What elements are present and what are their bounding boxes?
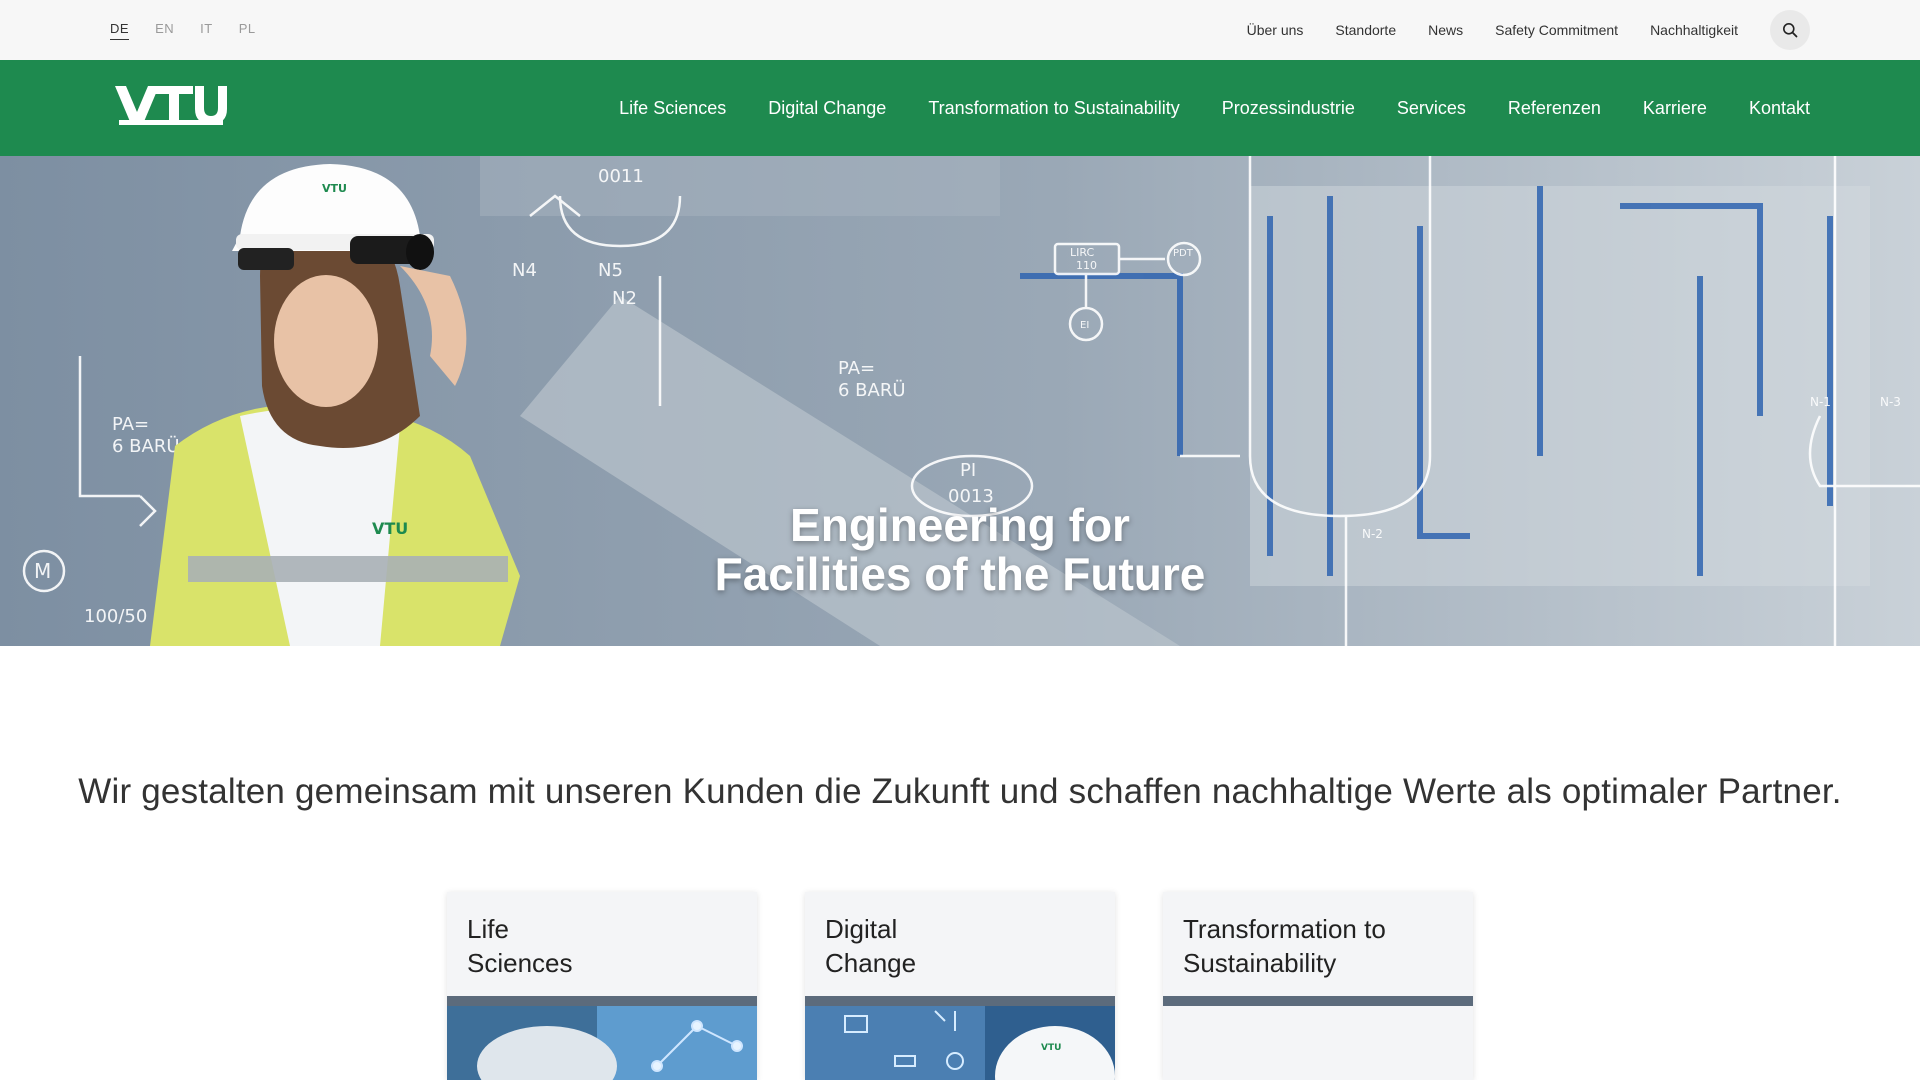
util-link-safety-commitment[interactable]: Safety Commitment <box>1495 22 1618 38</box>
nav-kontakt[interactable]: Kontakt <box>1749 98 1810 119</box>
diagram-label: 110 <box>1076 259 1097 272</box>
lang-it[interactable]: IT <box>200 21 213 40</box>
utility-nav: Über uns Standorte News Safety Commitmen… <box>1215 0 1810 60</box>
search-button[interactable] <box>1770 10 1810 50</box>
hero-title: Engineering for Facilities of the Future <box>0 501 1920 599</box>
nav-prozessindustrie[interactable]: Prozessindustrie <box>1222 98 1355 119</box>
diagram-label: PA= <box>838 358 875 379</box>
nav-transformation-to-sustainability[interactable]: Transformation to Sustainability <box>928 98 1179 119</box>
util-link-ueber-uns[interactable]: Über uns <box>1247 22 1304 38</box>
nav-karriere[interactable]: Karriere <box>1643 98 1707 119</box>
util-link-standorte[interactable]: Standorte <box>1335 22 1396 38</box>
card-accent-bar <box>1163 996 1473 1006</box>
util-link-news[interactable]: News <box>1428 22 1463 38</box>
lang-pl[interactable]: PL <box>239 21 256 40</box>
diagram-label: N2 <box>612 288 637 309</box>
card-title-line: Life <box>467 914 509 944</box>
svg-text:6 BARÜ: 6 BARÜ <box>112 435 180 457</box>
card-life-sciences[interactable]: Life Sciences <box>447 892 757 1080</box>
diagram-label: PI <box>960 460 976 481</box>
card-transformation-to-sustainability[interactable]: Transformation to Sustainability <box>1163 892 1473 1080</box>
hero-title-line1: Engineering for <box>790 499 1130 551</box>
main-navigation: Life Sciences Digital Change Transformat… <box>0 60 1920 156</box>
search-icon <box>1783 23 1798 38</box>
diagram-label: PDT <box>1173 248 1194 259</box>
card-title-line: Change <box>825 948 917 978</box>
nav-referenzen[interactable]: Referenzen <box>1508 98 1601 119</box>
lang-en[interactable]: EN <box>155 21 174 40</box>
diagram-label: N4 <box>512 260 537 281</box>
svg-text:PA=: PA= <box>112 414 149 435</box>
util-link-nachhaltigkeit[interactable]: Nachhaltigkeit <box>1650 22 1738 38</box>
diagram-label: 100/50 <box>84 606 147 627</box>
diagram-label: 6 BARÜ <box>838 379 906 401</box>
card-image-lab <box>447 1006 757 1080</box>
card-title-line: Transformation to <box>1183 914 1386 944</box>
card-title: Life Sciences <box>467 912 727 980</box>
language-switcher: DE EN IT PL <box>110 0 256 60</box>
card-accent-bar <box>805 996 1115 1006</box>
nav-life-sciences[interactable]: Life Sciences <box>619 98 726 119</box>
card-image-placeholder <box>1163 1006 1473 1080</box>
diagram-label: 0011 <box>598 166 644 187</box>
utility-bar: DE EN IT PL Über uns Standorte News Safe… <box>0 0 1920 60</box>
nav-digital-change[interactable]: Digital Change <box>768 98 886 119</box>
card-title-line: Sustainability <box>1183 948 1337 978</box>
hero-banner: 0011 N4 N5 N2 PA= 6 BARÜ PI 0013 100/50 … <box>0 156 1920 646</box>
diagram-label: N5 <box>598 260 623 281</box>
diagram-label: N-3 <box>1880 395 1901 409</box>
nav-services[interactable]: Services <box>1397 98 1466 119</box>
card-image-digital: VTU <box>805 1006 1115 1080</box>
diagram-label: LIRC <box>1070 246 1094 259</box>
card-title: Digital Change <box>825 912 1085 980</box>
lang-de[interactable]: DE <box>110 21 130 40</box>
card-title-line: Digital <box>825 914 898 944</box>
diagram-label: EI <box>1080 320 1089 331</box>
card-title-line: Sciences <box>467 948 573 978</box>
svg-text:VTU: VTU <box>1041 1043 1061 1053</box>
diagram-label: N-1 <box>1810 395 1831 409</box>
hero-title-line2: Facilities of the Future <box>714 548 1206 600</box>
vtu-logo[interactable] <box>115 86 227 126</box>
card-accent-bar <box>447 996 757 1006</box>
intro-statement: Wir gestalten gemeinsam mit unseren Kund… <box>78 772 1842 811</box>
card-title: Transformation to Sustainability <box>1183 912 1443 980</box>
svg-text:VTU: VTU <box>322 182 347 195</box>
card-digital-change[interactable]: Digital Change VTU <box>805 892 1115 1080</box>
